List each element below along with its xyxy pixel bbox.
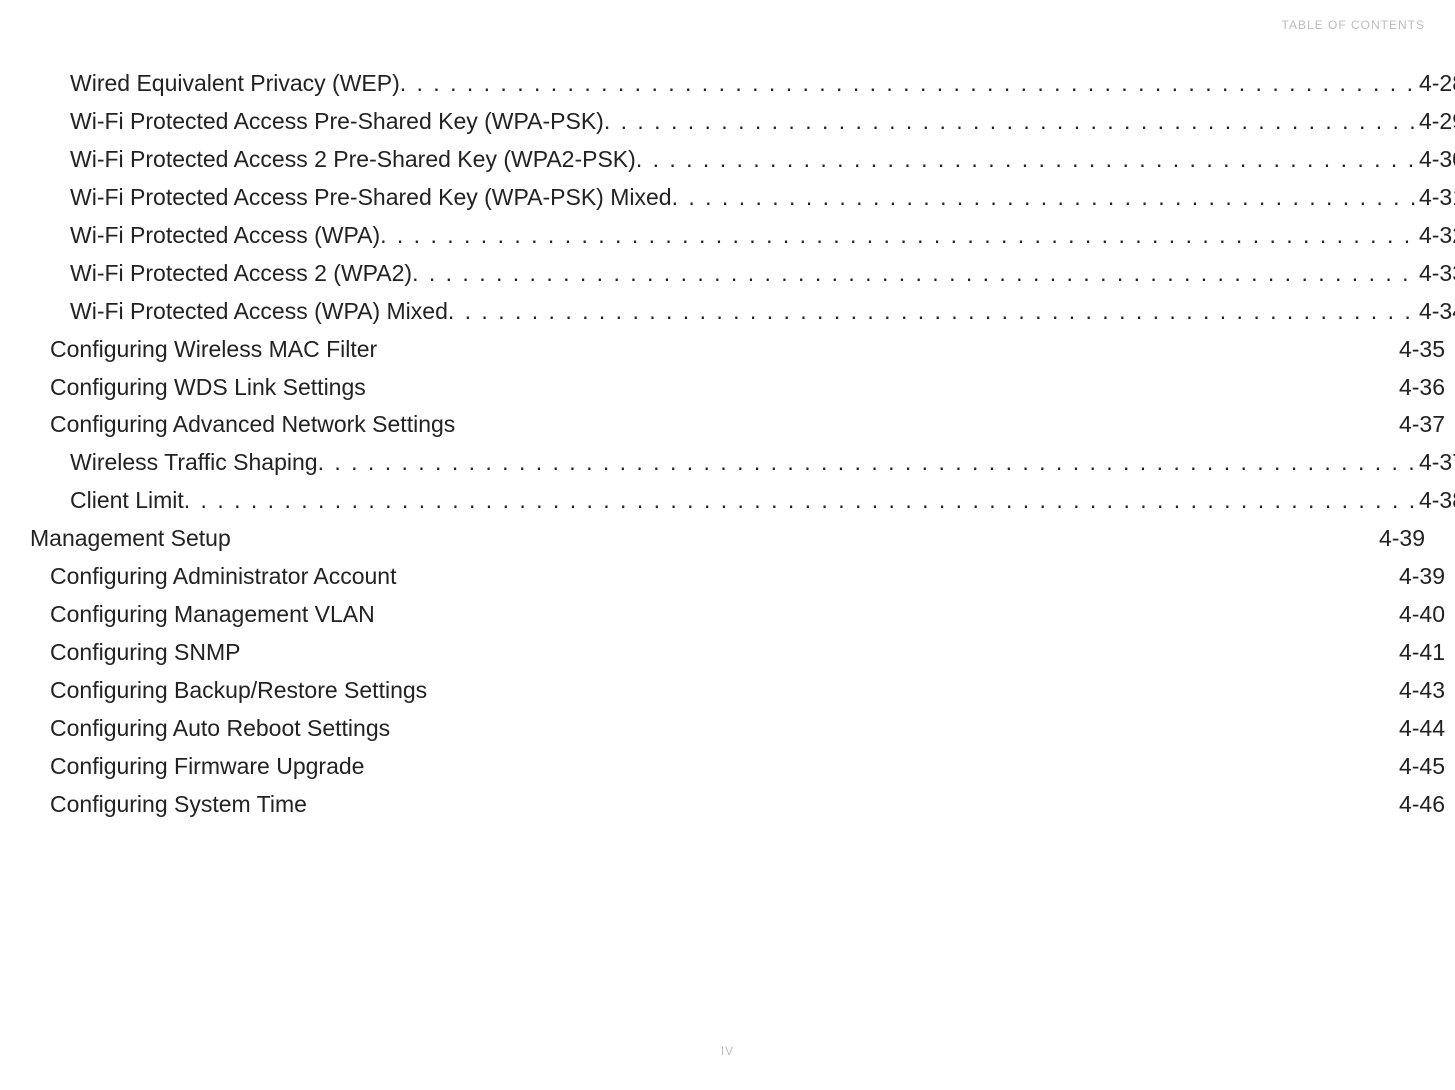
toc-entry: Configuring WDS Link Settings 4-36 [30,369,1445,407]
toc-entry-title: Configuring WDS Link Settings [50,369,366,407]
toc-entry: Client Limit 4-38 [30,482,1455,520]
toc-entry-page: 4-45 [1395,748,1445,786]
toc-entry: Configuring Firmware Upgrade 4-45 [30,748,1445,786]
toc-entry-title: Configuring System Time [50,786,307,824]
toc-entry: Wi-Fi Protected Access (WPA) Mixed 4-34 [30,293,1455,331]
toc-entry: Configuring Administrator Account 4-39 [30,558,1445,596]
toc-entry-page: 4-34 [1415,293,1455,331]
toc-entry-page: 4-38 [1415,482,1455,520]
toc-entry: Configuring Backup/Restore Settings 4-43 [30,672,1445,710]
toc-entry: Configuring System Time 4-46 [30,786,1445,824]
running-header: TABLE OF CONTENTS [1282,18,1425,32]
toc-entry: Wi-Fi Protected Access 2 Pre-Shared Key … [30,141,1455,179]
toc-entry: Configuring Advanced Network Settings 4-3… [30,406,1445,444]
toc-entry-title: Wi-Fi Protected Access 2 Pre-Shared Key … [70,141,636,179]
toc-leader-dots [318,444,1415,482]
toc-entry-page: 4-43 [1395,672,1445,710]
document-page: TABLE OF CONTENTS Wired Equivalent Priva… [0,0,1455,1090]
toc-entry-page: 4-36 [1395,369,1445,407]
toc-entry-title: Wi-Fi Protected Access Pre-Shared Key (W… [70,103,604,141]
page-number: IV [721,1044,734,1058]
toc-entry-page: 4-29 [1415,103,1455,141]
toc-entry-page: 4-35 [1395,331,1445,369]
toc-entry-page: 4-39 [1395,558,1445,596]
toc-entry-page: 4-33 [1415,255,1455,293]
toc-entry-title: Configuring Management VLAN [50,596,375,634]
toc-entry: Wired Equivalent Privacy (WEP) 4-28 [30,65,1455,103]
toc-entry-title: Wi-Fi Protected Access (WPA) Mixed [70,293,448,331]
toc-leader-dots [380,217,1415,255]
toc-entry: Wi-Fi Protected Access 2 (WPA2) 4-33 [30,255,1455,293]
toc-entry-title: Configuring Advanced Network Settings [50,406,455,444]
toc-entry-title: Wi-Fi Protected Access (WPA) [70,217,380,255]
toc-entry: Configuring SNMP 4-41 [30,634,1445,672]
toc-entry: Configuring Wireless MAC Filter 4-35 [30,331,1445,369]
toc-leader-dots [184,482,1415,520]
toc-entry: Wi-Fi Protected Access (WPA) 4-32 [30,217,1455,255]
toc-entry-page: 4-37 [1395,406,1445,444]
toc-entry: Wi-Fi Protected Access Pre-Shared Key (W… [30,103,1455,141]
toc-entry-page: 4-41 [1395,634,1445,672]
toc-entry-page: 4-40 [1395,596,1445,634]
table-of-contents: Wired Equivalent Privacy (WEP)4-28Wi-Fi … [30,65,1425,824]
toc-entry-title: Configuring SNMP [50,634,240,672]
toc-entry-title: Configuring Wireless MAC Filter [50,331,377,369]
toc-leader-dots [672,179,1415,217]
toc-entry: Wi-Fi Protected Access Pre-Shared Key (W… [30,179,1455,217]
toc-entry: Wireless Traffic Shaping 4-37 [30,444,1455,482]
toc-entry-title: Configuring Backup/Restore Settings [50,672,427,710]
toc-entry-page: 4-31 [1415,179,1455,217]
toc-entry-page: 4-32 [1415,217,1455,255]
toc-entry-title: Configuring Administrator Account [50,558,396,596]
toc-entry: Configuring Management VLAN 4-40 [30,596,1445,634]
toc-entry: Configuring Auto Reboot Settings 4-44 [30,710,1445,748]
toc-entry-page: 4-37 [1415,444,1455,482]
toc-entry-title: Client Limit [70,482,184,520]
toc-entry-title: Configuring Auto Reboot Settings [50,710,390,748]
toc-entry-page: 4-39 [1375,520,1425,558]
toc-leader-dots [400,65,1415,103]
toc-entry-page: 4-30 [1415,141,1455,179]
toc-entry-title: Wi-Fi Protected Access 2 (WPA2) [70,255,412,293]
toc-entry-page: 4-46 [1395,786,1445,824]
toc-entry-page: 4-28 [1415,65,1455,103]
toc-leader-dots [448,293,1415,331]
toc-entry-title: Management Setup [30,520,231,558]
toc-entry-title: Wi-Fi Protected Access Pre-Shared Key (W… [70,179,672,217]
toc-entry-title: Wireless Traffic Shaping [70,444,318,482]
toc-leader-dots [636,141,1415,179]
toc-entry-page: 4-44 [1395,710,1445,748]
toc-entry-title: Configuring Firmware Upgrade [50,748,364,786]
toc-entry-title: Wired Equivalent Privacy (WEP) [70,65,400,103]
toc-leader-dots [412,255,1415,293]
toc-leader-dots [604,103,1415,141]
toc-entry: Management Setup 4-39 [30,520,1425,558]
